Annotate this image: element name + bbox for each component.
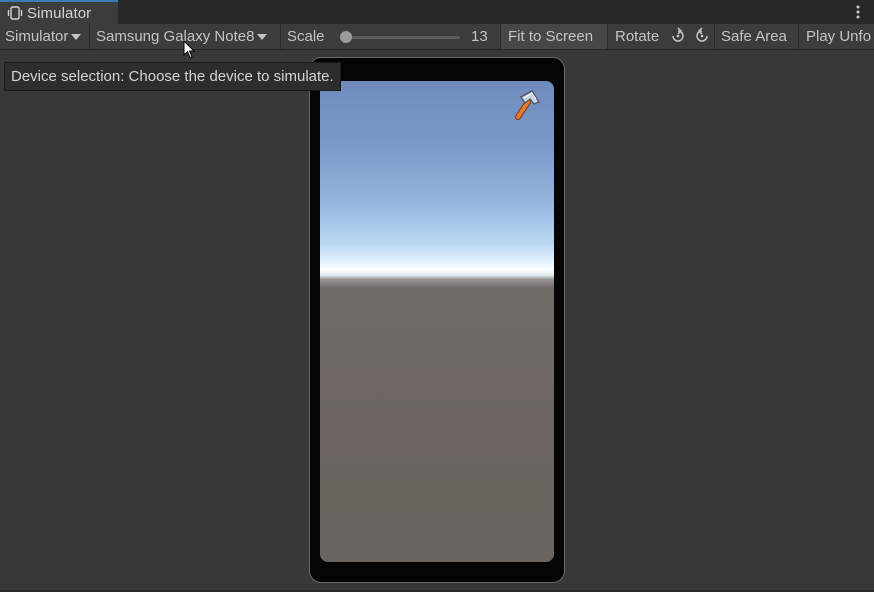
scale-slider-thumb[interactable] [340, 31, 352, 43]
device-dropdown-label: Samsung Galaxy Note8 [96, 28, 255, 45]
scale-slider[interactable] [340, 31, 460, 43]
hammer-icon [515, 90, 540, 120]
rotate-right-icon[interactable] [692, 27, 712, 45]
kebab-menu-icon[interactable] [854, 4, 862, 20]
toolbar-divider [607, 24, 608, 49]
fit-to-screen-label: Fit to Screen [508, 28, 594, 45]
tooltip-text: Device selection: Choose the device to s… [11, 68, 334, 85]
tab-simulator[interactable]: Simulator [0, 0, 118, 24]
scale-value-text: 13 [471, 28, 488, 45]
device-selection-tooltip: Device selection: Choose the device to s… [4, 62, 341, 91]
chevron-down-icon [257, 34, 268, 40]
scale-value: 13 [471, 24, 488, 49]
tab-strip: Simulator [0, 0, 874, 24]
toolbar-divider [89, 24, 90, 49]
mode-dropdown[interactable]: Simulator [5, 24, 82, 49]
scale-label: Scale [287, 24, 325, 49]
safe-area-label: Safe Area [721, 28, 787, 45]
mode-dropdown-label: Simulator [5, 28, 69, 45]
play-mode-label: Play Unfo [806, 28, 872, 45]
safe-area-button[interactable]: Safe Area [721, 24, 787, 49]
tab-title: Simulator [27, 4, 92, 22]
simulator-window: Simulator Simulator Samsung Galaxy Note8… [0, 0, 874, 592]
rotate-left-icon[interactable] [668, 27, 688, 45]
simulator-toolbar: Simulator Samsung Galaxy Note8 Scale 13 … [0, 24, 874, 50]
toolbar-divider [798, 24, 799, 49]
toolbar-divider [714, 24, 715, 49]
toolbar-divider [280, 24, 281, 49]
device-dropdown[interactable]: Samsung Galaxy Note8 [96, 24, 268, 49]
rotate-label: Rotate [615, 24, 659, 49]
simulator-device-icon [7, 6, 23, 20]
chevron-down-icon [71, 34, 82, 40]
play-mode-button[interactable]: Play Unfo [806, 24, 874, 49]
device-screen[interactable] [320, 81, 554, 562]
rotate-label-text: Rotate [615, 28, 660, 45]
fit-to-screen-button[interactable]: Fit to Screen [501, 24, 607, 49]
mouse-cursor-icon [183, 40, 195, 59]
scale-label-text: Scale [287, 28, 325, 45]
